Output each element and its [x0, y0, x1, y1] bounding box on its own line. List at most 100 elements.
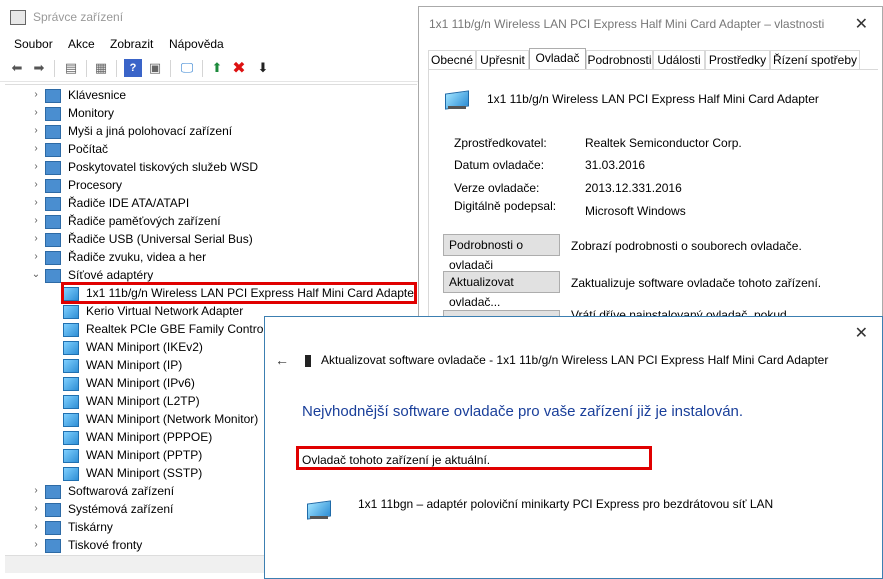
network-adapter-icon — [63, 449, 79, 463]
tree-category-item[interactable]: › Poskytovatel tiskových služeb WSD — [5, 158, 417, 176]
back-arrow-icon[interactable]: ⬅ — [8, 59, 26, 77]
device-description: 1x1 11bgn – adaptér poloviční minikarty … — [358, 497, 774, 511]
tab-upresnit[interactable]: Upřesnit — [476, 50, 529, 69]
driver-details-button[interactable]: Podrobnosti o ovladači — [443, 234, 560, 272]
help-icon[interactable]: ? — [124, 59, 142, 77]
chevron-down-icon[interactable]: ⌄ — [31, 266, 41, 284]
driver-version-label: Verze ovladače: — [454, 181, 540, 195]
device-category-icon — [45, 125, 61, 139]
device-category-icon — [45, 269, 61, 283]
tree-item-label: WAN Miniport (IP) — [86, 358, 183, 372]
chevron-right-icon[interactable]: › — [31, 86, 41, 104]
tab-prostredky[interactable]: Prostředky — [705, 50, 770, 69]
toolbar-separator — [202, 60, 203, 77]
tree-item-label: Řadiče IDE ATA/ATAPI — [68, 196, 190, 210]
tree-item-label: Realtek PCIe GBE Family Controller — [86, 322, 280, 336]
device-category-icon — [45, 251, 61, 265]
result-heading: Nejvhodnější software ovladače pro vaše … — [302, 403, 744, 420]
tree-item-label: Monitory — [68, 106, 115, 120]
chevron-right-icon[interactable]: › — [31, 482, 41, 500]
chevron-right-icon[interactable]: › — [31, 248, 41, 266]
network-adapter-icon — [63, 341, 79, 355]
chevron-right-icon[interactable]: › — [31, 104, 41, 122]
driver-details-desc: Zobrazí podrobnosti o souborech ovladače… — [571, 239, 802, 253]
uninstall-x-icon[interactable]: ✖ — [230, 59, 248, 77]
tree-item-label: Myši a jiná polohovací zařízení — [68, 124, 233, 138]
scan-download-icon[interactable]: ⬇ — [254, 59, 272, 77]
tree-category-item[interactable]: › Klávesnice — [5, 86, 417, 104]
tree-category-item[interactable]: › Řadiče USB (Universal Serial Bus) — [5, 230, 417, 248]
tab-rizeni-spotreby[interactable]: Řízení spotřeby — [770, 50, 860, 69]
tree-item-label: Tiskové fronty — [68, 538, 143, 552]
chevron-right-icon[interactable]: › — [31, 176, 41, 194]
tree-category-item[interactable]: › Myši a jiná polohovací zařízení — [5, 122, 417, 140]
monitor-icon[interactable]: 🖵 — [178, 59, 196, 77]
tree-item-label: Řadiče paměťových zařízení — [68, 214, 221, 228]
network-adapter-icon — [63, 413, 79, 427]
menu-napoveda[interactable]: Nápověda — [169, 37, 224, 51]
tab-udalosti[interactable]: Události — [653, 50, 705, 69]
chevron-right-icon[interactable]: › — [31, 158, 41, 176]
tree-category-item[interactable]: › Procesory — [5, 176, 417, 194]
menu-akce[interactable]: Akce — [68, 37, 95, 51]
tree-category-item[interactable]: › Řadiče paměťových zařízení — [5, 212, 417, 230]
tree-item-label: WAN Miniport (IKEv2) — [86, 340, 203, 354]
chevron-right-icon[interactable]: › — [31, 518, 41, 536]
chevron-right-icon[interactable]: › — [31, 140, 41, 158]
tree-item-label: Kerio Virtual Network Adapter — [86, 304, 244, 318]
network-adapter-icon — [63, 395, 79, 409]
driver-date-value: 31.03.2016 — [585, 158, 646, 172]
tree-item-label: WAN Miniport (IPv6) — [86, 376, 195, 390]
tab-obecne[interactable]: Obecné — [428, 50, 476, 69]
window-title: Správce zařízení — [33, 10, 124, 24]
network-adapter-icon — [63, 359, 79, 373]
chevron-right-icon[interactable]: › — [31, 500, 41, 518]
device-category-icon — [45, 215, 61, 229]
provider-value: Realtek Semiconductor Corp. — [585, 136, 742, 150]
device-manager-icon — [10, 10, 26, 25]
update-driver-button[interactable]: Aktualizovat ovladač... — [443, 271, 560, 309]
menu-zobrazit[interactable]: Zobrazit — [110, 37, 153, 51]
forward-arrow-icon[interactable]: ➡ — [30, 59, 48, 77]
device-category-icon — [45, 485, 61, 499]
tree-item-label: Tiskárny — [68, 520, 113, 534]
driver-date-label: Datum ovladače: — [454, 158, 545, 172]
close-icon[interactable]: ✕ — [855, 14, 868, 34]
chevron-right-icon[interactable]: › — [31, 536, 41, 554]
network-adapter-icon — [63, 305, 79, 319]
menu-soubor[interactable]: Soubor — [14, 37, 53, 51]
device-category-icon — [45, 161, 61, 175]
tree-item-label: WAN Miniport (PPTP) — [86, 448, 203, 462]
tree-category-item[interactable]: › Monitory — [5, 104, 417, 122]
driver-tab-panel: 1x1 11b/g/n Wireless LAN PCI Express Hal… — [428, 69, 878, 339]
tree-item-label: Softwarová zařízení — [68, 484, 175, 498]
toolbar-separator — [86, 60, 87, 77]
chevron-right-icon[interactable]: › — [31, 230, 41, 248]
tab-ovladac[interactable]: Ovladač — [529, 48, 586, 70]
tree-category-item[interactable]: › Počítač — [5, 140, 417, 158]
device-category-icon — [45, 539, 61, 553]
properties-icon[interactable]: ▦ — [92, 59, 110, 77]
tree-category-item[interactable]: › Řadiče IDE ATA/ATAPI — [5, 194, 417, 212]
tab-podrobnosti[interactable]: Podrobnosti — [586, 50, 653, 69]
action-pane-icon[interactable]: ▣ — [146, 59, 164, 77]
close-icon[interactable]: ✕ — [855, 323, 868, 343]
update-driver-dialog: ✕ ← Aktualizovat software ovladače - 1x1… — [264, 316, 883, 579]
update-driver-icon[interactable]: ⬆ — [208, 59, 226, 77]
tree-item-label: WAN Miniport (SSTP) — [86, 466, 203, 480]
chevron-right-icon[interactable]: › — [31, 194, 41, 212]
properties-dialog: 1x1 11b/g/n Wireless LAN PCI Express Hal… — [418, 6, 883, 339]
show-hide-tree-icon[interactable]: ▤ — [62, 59, 80, 77]
device-category-icon — [45, 197, 61, 211]
network-adapter-icon — [445, 90, 469, 110]
tree-category-item[interactable]: › Řadiče zvuku, videa a her — [5, 248, 417, 266]
tree-item-label: WAN Miniport (L2TP) — [86, 394, 200, 408]
back-arrow-icon[interactable]: ← — [275, 352, 289, 368]
network-adapter-icon — [307, 500, 331, 520]
tree-item-label: Procesory — [68, 178, 123, 192]
chevron-right-icon[interactable]: › — [31, 212, 41, 230]
chevron-right-icon[interactable]: › — [31, 122, 41, 140]
device-category-icon — [45, 521, 61, 535]
update-driver-desc: Zaktualizuje software ovladače tohoto za… — [571, 276, 822, 290]
device-category-icon — [45, 179, 61, 193]
